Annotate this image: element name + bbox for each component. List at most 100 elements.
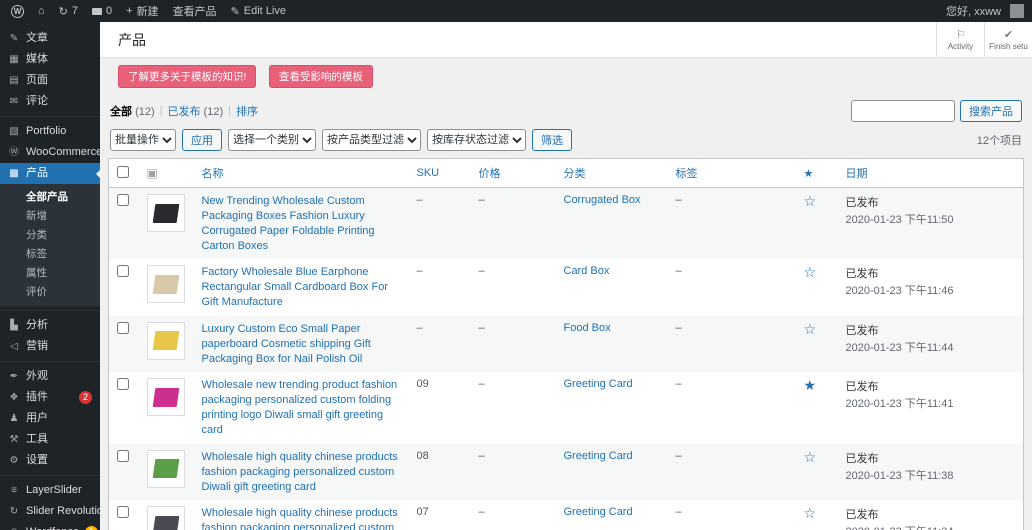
- site-home-menu[interactable]: ⌂: [31, 0, 52, 22]
- product-category-link[interactable]: Corrugated Box: [564, 194, 641, 206]
- publish-status: 已发布: [846, 378, 1016, 394]
- product-category-link[interactable]: Greeting Card: [564, 450, 633, 462]
- product-thumbnail[interactable]: [147, 506, 185, 530]
- featured-star-empty-icon[interactable]: ☆: [804, 321, 817, 337]
- sidebar-subitem-reviews[interactable]: 评价: [0, 282, 100, 301]
- sidebar-item-woocommerce[interactable]: ⓌWooCommerce: [0, 142, 100, 163]
- edit-live-menu[interactable]: ✎ Edit Live: [224, 0, 293, 22]
- search-products-input[interactable]: [851, 100, 955, 122]
- sidebar-item-marketing[interactable]: ◁营销: [0, 336, 100, 357]
- learn-more-templates-button[interactable]: 了解更多关于模板的知识!: [118, 65, 256, 88]
- row-checkbox[interactable]: [117, 194, 129, 206]
- pencil-icon: ✎: [231, 5, 240, 18]
- bell-icon: ⚐: [956, 28, 966, 41]
- product-name-link[interactable]: Factory Wholesale Blue Earphone Rectangu…: [202, 265, 401, 310]
- product-category-link[interactable]: Greeting Card: [564, 378, 633, 390]
- filter-button[interactable]: 筛选: [532, 129, 572, 151]
- stock-status-filter-select[interactable]: 按库存状态过滤: [427, 129, 526, 151]
- featured-star-empty-icon[interactable]: ☆: [804, 193, 817, 209]
- product-name-link[interactable]: Luxury Custom Eco Small Paper paperboard…: [202, 322, 401, 367]
- finish-setup-button[interactable]: ✔ Finish setu: [984, 22, 1032, 57]
- product-name-link[interactable]: Wholesale high quality chinese products …: [202, 506, 401, 530]
- product-tags: –: [676, 506, 682, 518]
- sidebar-subitem-tags[interactable]: 标签: [0, 244, 100, 263]
- product-thumbnail[interactable]: [147, 194, 185, 232]
- column-header-featured-star-icon[interactable]: ★: [796, 159, 838, 188]
- product-row: Wholesale high quality chinese products …: [109, 500, 1024, 530]
- sidebar-item-users[interactable]: ♟用户: [0, 408, 100, 429]
- sidebar-item-pages[interactable]: ▤页面: [0, 70, 100, 91]
- avatar[interactable]: [1010, 4, 1024, 18]
- view-all-count: (12): [135, 106, 155, 118]
- featured-star-empty-icon[interactable]: ☆: [804, 505, 817, 521]
- product-category-link[interactable]: Greeting Card: [564, 506, 633, 518]
- column-header-name[interactable]: 名称: [194, 159, 409, 188]
- view-product-menu[interactable]: 查看产品: [166, 0, 224, 22]
- product-thumbnail[interactable]: [147, 322, 185, 360]
- row-checkbox[interactable]: [117, 322, 129, 334]
- sidebar-item-products[interactable]: ▩产品: [0, 163, 100, 184]
- sidebar-item-appearance[interactable]: ✒外观: [0, 366, 100, 387]
- product-category-link[interactable]: Food Box: [564, 322, 611, 334]
- product-thumbnail[interactable]: [147, 450, 185, 488]
- sidebar-item-plugins[interactable]: ❖插件2: [0, 387, 100, 408]
- column-header-date[interactable]: 日期: [838, 159, 1024, 188]
- sidebar-item-posts[interactable]: ✎文章: [0, 28, 100, 49]
- comments-menu[interactable]: 0: [85, 0, 119, 22]
- sidebar-subitem-attributes[interactable]: 属性: [0, 263, 100, 282]
- activity-button[interactable]: ⚐ Activity: [936, 22, 984, 57]
- category-filter-select[interactable]: 选择一个类别: [228, 129, 316, 151]
- row-checkbox[interactable]: [117, 450, 129, 462]
- sidebar-item-slider-revolution[interactable]: ↻Slider Revolution: [0, 501, 100, 522]
- sidebar-item-wordfence[interactable]: ◉Wordfence1: [0, 522, 100, 530]
- row-checkbox[interactable]: [117, 506, 129, 518]
- featured-star-filled-icon[interactable]: ★: [804, 377, 817, 393]
- sidebar-item-label: LayerSlider: [26, 484, 82, 497]
- product-price: –: [479, 194, 485, 206]
- row-checkbox[interactable]: [117, 265, 129, 277]
- search-products-button[interactable]: 搜索产品: [960, 100, 1022, 122]
- product-name-link[interactable]: New Trending Wholesale Custom Packaging …: [202, 194, 401, 253]
- publish-date: 2020-01-23 下午11:44: [846, 339, 1016, 355]
- sidebar-item-layerslider[interactable]: ≡LayerSlider: [0, 480, 100, 501]
- sidebar-subitem-all-products[interactable]: 全部产品: [0, 187, 100, 206]
- updates-menu[interactable]: ↻ 7: [52, 0, 85, 22]
- bulk-actions-select[interactable]: 批量操作: [110, 129, 176, 151]
- featured-star-empty-icon[interactable]: ☆: [804, 449, 817, 465]
- product-thumbnail[interactable]: [147, 378, 185, 416]
- sidebar-item-comments[interactable]: ✉评论: [0, 91, 100, 112]
- view-affected-templates-button[interactable]: 查看受影响的模板: [269, 65, 373, 88]
- column-header-tags[interactable]: 标签: [668, 159, 796, 188]
- apply-button[interactable]: 应用: [182, 129, 222, 151]
- product-category-link[interactable]: Card Box: [564, 265, 610, 277]
- product-name-link[interactable]: Wholesale new trending product fashion p…: [202, 378, 401, 437]
- sidebar-item-settings[interactable]: ⚙设置: [0, 450, 100, 471]
- sidebar-separator: [0, 475, 100, 476]
- column-header-price[interactable]: 价格: [471, 159, 556, 188]
- product-name-link[interactable]: Wholesale high quality chinese products …: [202, 450, 401, 495]
- sidebar-item-label: Portfolio: [26, 125, 66, 138]
- row-checkbox[interactable]: [117, 378, 129, 390]
- wp-logo[interactable]: W: [4, 0, 31, 22]
- sidebar-item-tools[interactable]: ⚒工具: [0, 429, 100, 450]
- new-content-menu[interactable]: + 新建: [119, 0, 165, 22]
- view-all-link[interactable]: 全部 (12): [110, 103, 155, 119]
- main-content: 产品 ⚐ Activity ✔ Finish setu 了解更多关于模板的知识!…: [100, 22, 1032, 530]
- sidebar-item-portfolio[interactable]: ▧Portfolio: [0, 121, 100, 142]
- products-table: ▣ 名称 SKU 价格 分类 标签 ★ 日期 New Trending Whol…: [108, 158, 1024, 530]
- sidebar-item-label: 插件: [26, 391, 48, 404]
- column-header-sku[interactable]: SKU: [409, 159, 471, 188]
- sidebar-subitem-add-new[interactable]: 新增: [0, 206, 100, 225]
- slider-revolution-icon: ↻: [8, 505, 20, 518]
- column-header-category[interactable]: 分类: [556, 159, 668, 188]
- product-thumbnail[interactable]: [147, 265, 185, 303]
- select-all-checkbox[interactable]: [117, 166, 129, 178]
- account-menu[interactable]: 您好, xxww: [939, 0, 1008, 22]
- sidebar-subitem-categories[interactable]: 分类: [0, 225, 100, 244]
- sidebar-item-media[interactable]: ▦媒体: [0, 49, 100, 70]
- featured-star-empty-icon[interactable]: ☆: [804, 264, 817, 280]
- view-sorting-link[interactable]: 排序: [236, 103, 258, 119]
- product-type-filter-select[interactable]: 按产品类型过滤: [322, 129, 421, 151]
- sidebar-item-analytics[interactable]: ▙分析: [0, 315, 100, 336]
- view-published-link[interactable]: 已发布 (12): [167, 103, 223, 119]
